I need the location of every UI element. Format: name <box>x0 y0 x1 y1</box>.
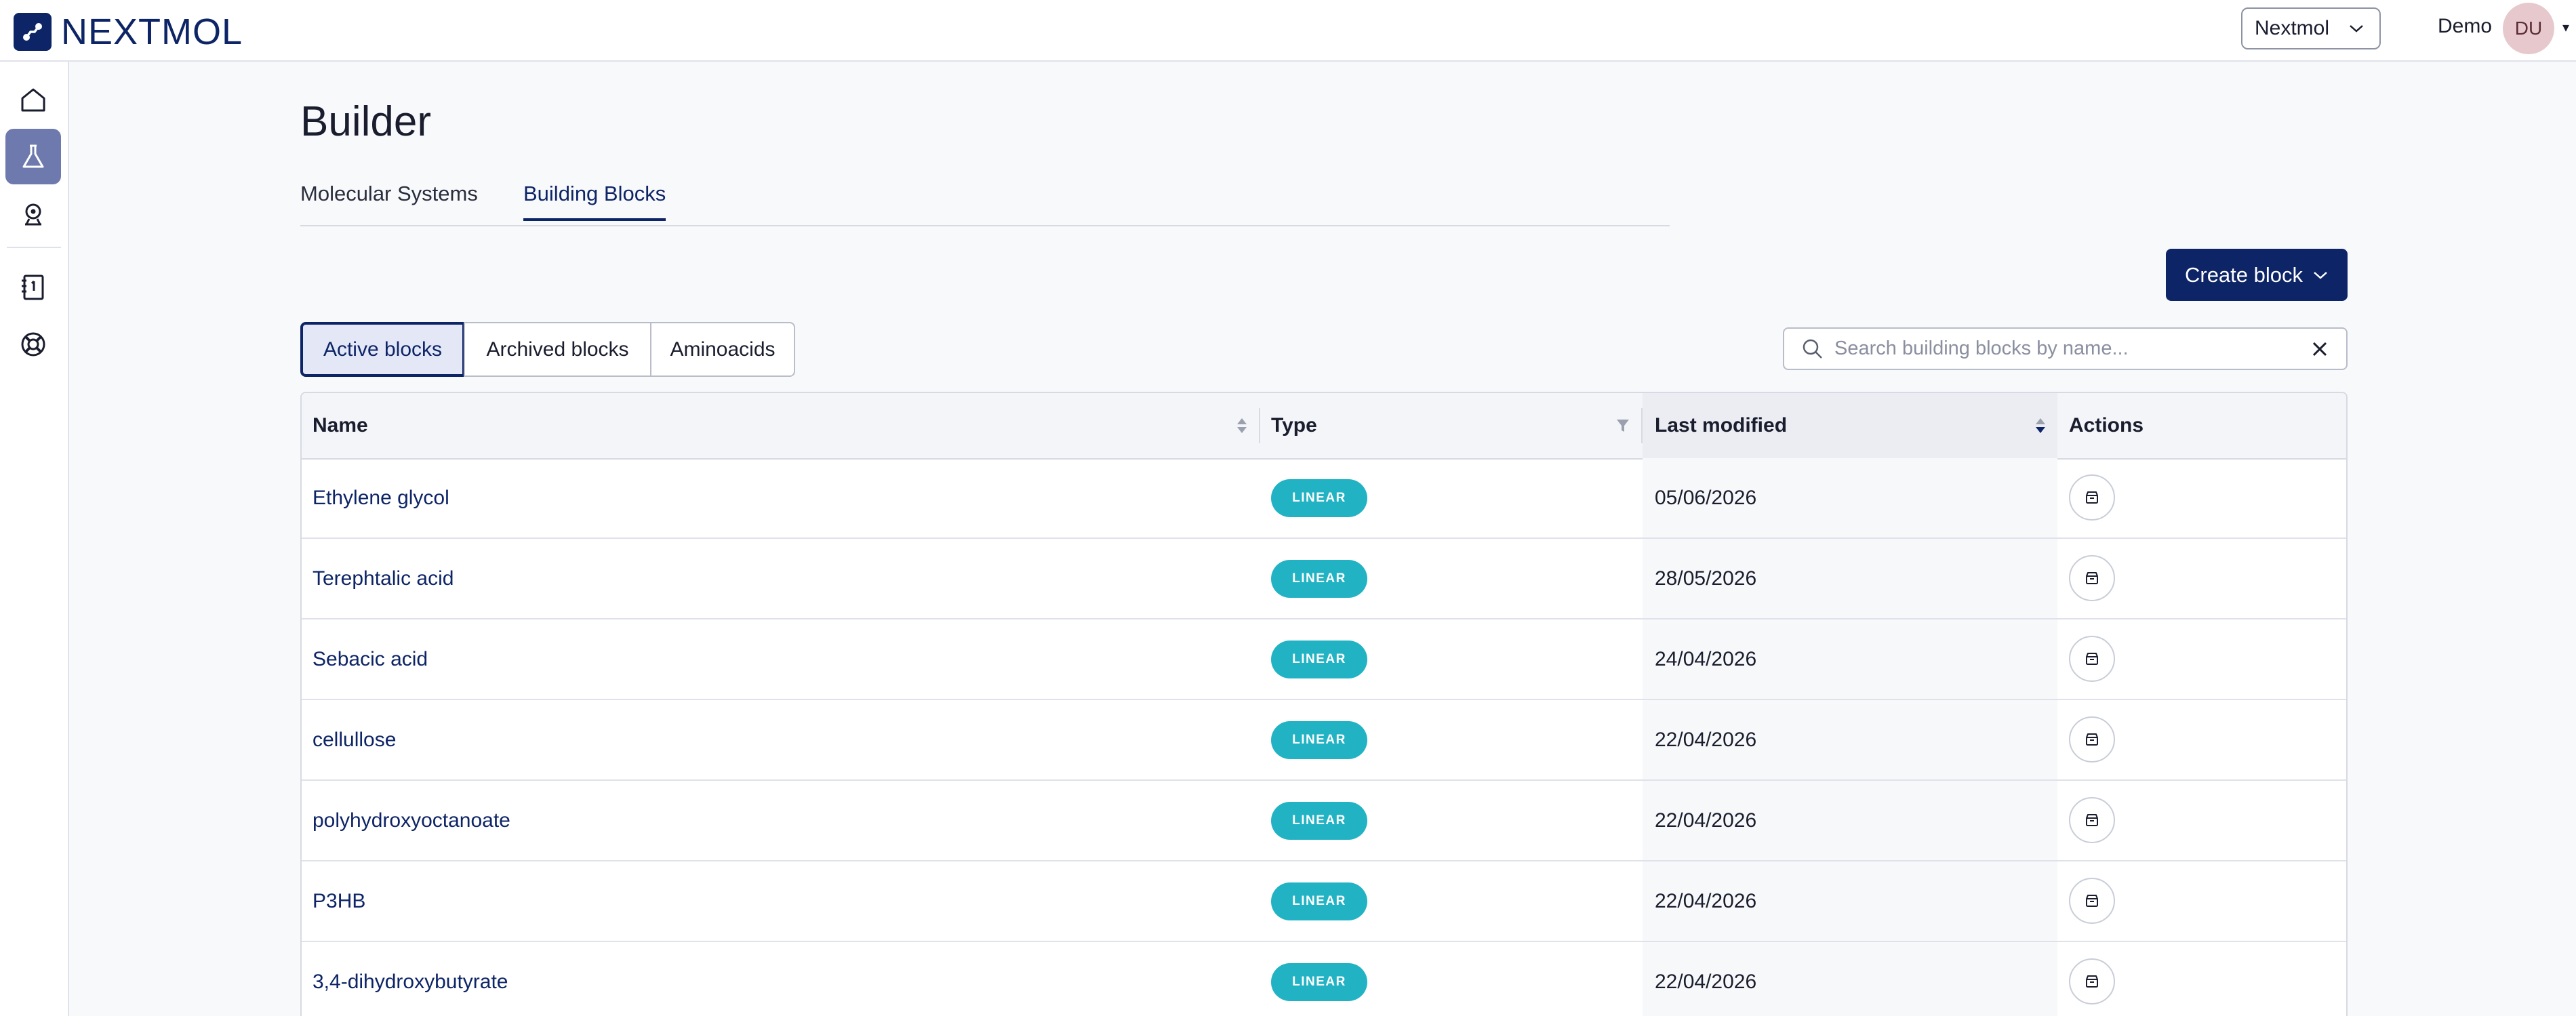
archive-icon <box>2086 572 2098 584</box>
type-cell: LINEAR <box>1271 479 1367 517</box>
tab-molecular-systems[interactable]: Molecular Systems <box>300 182 478 218</box>
table-row: cellullose LINEAR 22/04/2026 <box>302 700 2346 781</box>
notebook-icon <box>22 275 44 300</box>
type-cell: LINEAR <box>1271 963 1367 1001</box>
sort-descending-icon[interactable] <box>2034 416 2047 435</box>
tab-building-blocks[interactable]: Building Blocks <box>523 182 666 221</box>
column-header-type-label: Type <box>1271 414 1317 436</box>
column-header-name[interactable]: Name <box>302 393 1259 458</box>
archive-icon <box>2086 733 2098 746</box>
type-cell: LINEAR <box>1271 641 1367 678</box>
flask-icon <box>22 144 44 168</box>
table-row: 3,4-dihydroxybutyrate LINEAR 22/04/2026 <box>302 942 2346 1016</box>
type-cell: LINEAR <box>1271 721 1367 759</box>
logo-mark-icon <box>14 13 52 51</box>
chevron-down-icon <box>2314 271 2327 279</box>
filter-active-blocks[interactable]: Active blocks <box>300 322 465 377</box>
filter-icon[interactable] <box>1615 418 1630 434</box>
page-title: Builder <box>300 98 431 145</box>
table-row: polyhydroxyoctanoate LINEAR 22/04/2026 <box>302 781 2346 861</box>
archive-icon <box>2086 653 2098 665</box>
table-row: Ethylene glycol LINEAR 05/06/2026 <box>302 458 2346 539</box>
user-menu-caret-icon[interactable]: ▾ <box>2562 19 2569 36</box>
column-header-actions: Actions <box>2057 393 2346 458</box>
search-box <box>1783 327 2348 370</box>
home-icon <box>21 88 45 112</box>
sidebar-item-builder[interactable] <box>5 129 61 184</box>
type-badge: LINEAR <box>1271 963 1367 1001</box>
last-modified-date: 22/04/2026 <box>1655 889 1757 912</box>
sidebar-divider <box>7 247 61 248</box>
block-name-link[interactable]: Ethylene glycol <box>313 458 449 537</box>
archive-button[interactable] <box>2069 474 2115 521</box>
table-row: P3HB LINEAR 22/04/2026 <box>302 861 2346 942</box>
archive-button[interactable] <box>2069 797 2115 843</box>
help-lifebuoy-icon <box>21 332 45 357</box>
table-header: Name Type Last modified Actions <box>302 393 2346 460</box>
type-badge: LINEAR <box>1271 560 1367 598</box>
filter-archived-blocks[interactable]: Archived blocks <box>464 322 651 377</box>
column-header-last-modified[interactable]: Last modified <box>1643 393 2057 458</box>
block-name-link[interactable]: Terephtalic acid <box>313 539 454 618</box>
archive-icon <box>2086 814 2098 826</box>
table-row: Terephtalic acid LINEAR 28/05/2026 <box>302 539 2346 619</box>
column-header-name-label: Name <box>313 414 368 436</box>
last-modified-date: 22/04/2026 <box>1655 728 1757 751</box>
user-name[interactable]: Demo <box>2438 15 2492 38</box>
block-name-link[interactable]: P3HB <box>313 861 365 941</box>
builder-tabs: Molecular Systems Building Blocks <box>300 175 1670 226</box>
type-cell: LINEAR <box>1271 560 1367 598</box>
column-header-actions-label: Actions <box>2069 414 2144 436</box>
type-cell: LINEAR <box>1271 802 1367 840</box>
block-name-link[interactable]: polyhydroxyoctanoate <box>313 781 510 860</box>
logo[interactable]: NEXTMOL <box>14 11 243 53</box>
clear-search-icon[interactable] <box>2311 340 2329 358</box>
table-row: Sebacic acid LINEAR 24/04/2026 <box>302 619 2346 700</box>
last-modified-date: 05/06/2026 <box>1655 486 1757 509</box>
archive-icon <box>2086 491 2098 504</box>
archive-button[interactable] <box>2069 958 2115 1004</box>
sidebar-item-simulations[interactable] <box>5 186 61 241</box>
logo-text: NEXTMOL <box>61 12 243 52</box>
sidebar-item-home[interactable] <box>5 72 61 127</box>
search-input[interactable] <box>1833 337 2270 361</box>
sort-icon[interactable] <box>1236 416 1248 435</box>
organization-select[interactable]: Nextmol <box>2241 7 2381 49</box>
sidebar-item-notebook[interactable] <box>5 260 61 315</box>
archive-button[interactable] <box>2069 636 2115 682</box>
block-name-link[interactable]: cellullose <box>313 700 396 779</box>
type-badge: LINEAR <box>1271 641 1367 678</box>
type-cell: LINEAR <box>1271 882 1367 920</box>
type-badge: LINEAR <box>1271 721 1367 759</box>
avatar[interactable]: DU <box>2503 3 2554 54</box>
search-icon <box>1803 339 1822 359</box>
filter-aminoacids[interactable]: Aminoacids <box>650 322 795 377</box>
last-modified-date: 24/04/2026 <box>1655 647 1757 670</box>
archive-button[interactable] <box>2069 555 2115 601</box>
organization-select-value: Nextmol <box>2255 17 2330 39</box>
archive-button[interactable] <box>2069 716 2115 763</box>
type-badge: LINEAR <box>1271 802 1367 840</box>
column-header-last-modified-label: Last modified <box>1655 414 1788 436</box>
building-blocks-table: Name Type Last modified Actions Ethylene… <box>300 392 2348 1016</box>
create-block-label: Create block <box>2184 262 2303 287</box>
archive-button[interactable] <box>2069 878 2115 924</box>
last-modified-date: 22/04/2026 <box>1655 809 1757 832</box>
simulation-icon <box>25 203 41 226</box>
sidebar <box>0 62 69 1016</box>
last-modified-date: 22/04/2026 <box>1655 970 1757 993</box>
type-badge: LINEAR <box>1271 479 1367 517</box>
last-modified-date: 28/05/2026 <box>1655 567 1757 590</box>
sidebar-item-help[interactable] <box>5 317 61 372</box>
type-badge: LINEAR <box>1271 882 1367 920</box>
column-header-type[interactable]: Type <box>1260 393 1641 458</box>
chevron-down-icon <box>2350 25 2363 33</box>
block-name-link[interactable]: Sebacic acid <box>313 619 428 699</box>
archive-icon <box>2086 975 2098 988</box>
block-filter-group: Active blocks Archived blocks Aminoacids <box>300 322 795 377</box>
block-name-link[interactable]: 3,4-dihydroxybutyrate <box>313 942 508 1016</box>
archive-icon <box>2086 895 2098 907</box>
top-bar: NEXTMOL Nextmol Demo DU ▾ <box>0 0 2576 62</box>
create-block-button[interactable]: Create block <box>2166 249 2348 301</box>
